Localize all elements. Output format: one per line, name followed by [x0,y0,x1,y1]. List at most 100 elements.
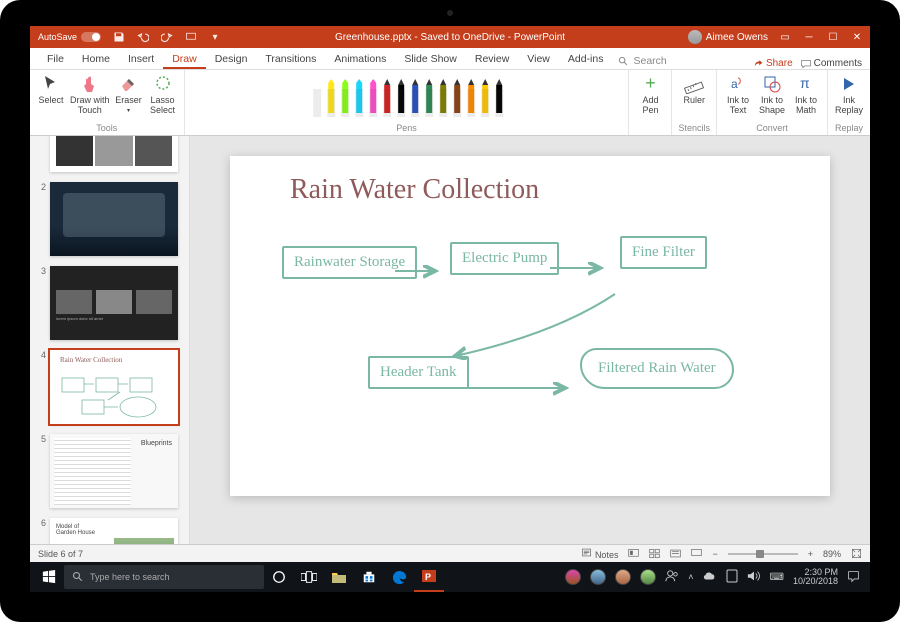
cursor-icon [41,74,61,94]
slide-canvas[interactable]: Rain Water Collection Rainwater Storage … [190,136,870,544]
maximize-icon[interactable]: ☐ [826,32,840,43]
group-stencils: Ruler Stencils [672,70,717,135]
thumb-4[interactable]: 4Rain Water Collection [30,348,189,426]
pen-1[interactable] [324,79,336,117]
explorer-icon[interactable] [324,562,354,592]
pen-8[interactable] [422,79,434,117]
slideshow-view-icon[interactable] [691,548,702,559]
tab-file[interactable]: File [38,49,73,69]
powerpoint-icon[interactable]: P [414,562,444,592]
sorter-view-icon[interactable] [649,548,660,559]
thumb-6[interactable]: 6Model of Garden House [30,516,189,544]
status-bar: Slide 6 of 7 Notes − + 89% [30,544,870,562]
search-box[interactable]: Search [612,53,672,69]
pen-2[interactable] [338,79,350,117]
zoom-in-button[interactable]: + [808,549,813,559]
store-icon[interactable] [354,562,384,592]
tab-review[interactable]: Review [466,49,518,69]
tab-transitions[interactable]: Transitions [256,49,325,69]
svg-text:a: a [731,77,738,91]
tray-clock[interactable]: 2:30 PM 10/20/2018 [793,568,838,587]
eraser-button[interactable]: Eraser▾ [114,74,144,116]
language-icon[interactable]: ⌨ [770,572,784,583]
tab-animations[interactable]: Animations [325,49,395,69]
people-3-icon[interactable] [615,569,631,585]
volume-icon[interactable] [747,570,761,584]
notifications-icon[interactable] [847,570,860,585]
more-icon[interactable]: ▾ [209,31,221,43]
select-button[interactable]: Select [36,74,66,116]
people-button[interactable] [665,569,679,585]
pen-10[interactable] [450,79,462,117]
ruler-button[interactable]: Ruler [679,74,709,106]
normal-view-icon[interactable] [628,548,639,559]
tab-addins[interactable]: Add-ins [559,49,613,69]
close-icon[interactable]: ✕ [850,32,864,43]
thumb-3[interactable]: 3lorem ipsum dolor sit amet [30,264,189,342]
taskview-icon[interactable] [294,562,324,592]
zoom-slider[interactable] [728,553,798,555]
group-replay: Ink Replay Replay [828,70,870,135]
people-4-icon[interactable] [640,569,656,585]
tablet-mode-icon[interactable] [726,569,738,585]
tray-up-icon[interactable]: ˄ [688,572,693,582]
pen-9[interactable] [436,79,448,117]
tab-insert[interactable]: Insert [119,49,163,69]
slide-thumbnails[interactable]: 1 2 3lorem ipsum dolor sit amet 4Rain Wa… [30,136,190,544]
notes-button[interactable]: Notes [581,547,618,560]
tab-home[interactable]: Home [73,49,119,69]
current-slide[interactable]: Rain Water Collection Rainwater Storage … [230,156,830,496]
people-2-icon[interactable] [590,569,606,585]
draw-touch-button[interactable]: Draw with Touch [70,74,110,116]
add-pen-button[interactable]: + Add Pen [635,74,665,116]
fit-icon[interactable] [851,548,862,559]
ink-to-math-button[interactable]: π Ink to Math [791,74,821,116]
taskbar: Type here to search P ˄ ⌨ 2:30 PM 10/20/… [30,562,870,592]
pen-12[interactable] [478,79,490,117]
autosave-toggle[interactable]: AutoSave [38,32,101,42]
save-icon[interactable] [113,31,125,43]
thumb-2[interactable]: 2 [30,180,189,258]
pen-0[interactable] [310,79,322,117]
cortana-icon[interactable] [264,562,294,592]
pen-4[interactable] [366,79,378,117]
pen-11[interactable] [464,79,476,117]
zoom-level: 89% [823,549,841,559]
user-account[interactable]: Aimee Owens [688,30,768,44]
editor: 1 2 3lorem ipsum dolor sit amet 4Rain Wa… [30,136,870,544]
thumb-1[interactable]: 1 [30,136,189,174]
ink-to-text-button[interactable]: a Ink to Text [723,74,753,116]
tab-draw[interactable]: Draw [163,49,206,69]
pen-5[interactable] [380,79,392,117]
pen-13[interactable] [492,79,504,117]
redo-icon[interactable] [161,31,173,43]
autosave-label: AutoSave [38,32,77,42]
tab-slideshow[interactable]: Slide Show [395,49,466,69]
group-pens: Pens [185,70,630,135]
search-icon [72,571,84,583]
pen-3[interactable] [352,79,364,117]
lasso-button[interactable]: Lasso Select [148,74,178,116]
ink-replay-button[interactable]: Ink Replay [834,74,864,116]
zoom-out-button[interactable]: − [712,549,717,559]
onedrive-icon[interactable] [703,571,717,583]
present-icon[interactable] [185,31,197,43]
pen-6[interactable] [394,79,406,117]
comments-button[interactable]: Comments [801,58,862,69]
undo-icon[interactable] [137,31,149,43]
thumb-5[interactable]: 5Blueprints [30,432,189,510]
ribbon-tabs: File Home Insert Draw Design Transitions… [30,48,870,70]
taskbar-search[interactable]: Type here to search [64,565,264,589]
people-1-icon[interactable] [565,569,581,585]
share-button[interactable]: Share [753,58,793,69]
minimize-icon[interactable]: ─ [802,32,816,43]
ribbon-options-icon[interactable]: ▭ [778,32,792,43]
edge-icon[interactable] [384,562,414,592]
ink-to-shape-button[interactable]: Ink to Shape [757,74,787,116]
start-button[interactable] [34,562,64,592]
pen-7[interactable] [408,79,420,117]
tab-design[interactable]: Design [206,49,257,69]
reading-view-icon[interactable] [670,548,681,559]
tab-view[interactable]: View [518,49,559,69]
ruler-icon [684,74,704,94]
